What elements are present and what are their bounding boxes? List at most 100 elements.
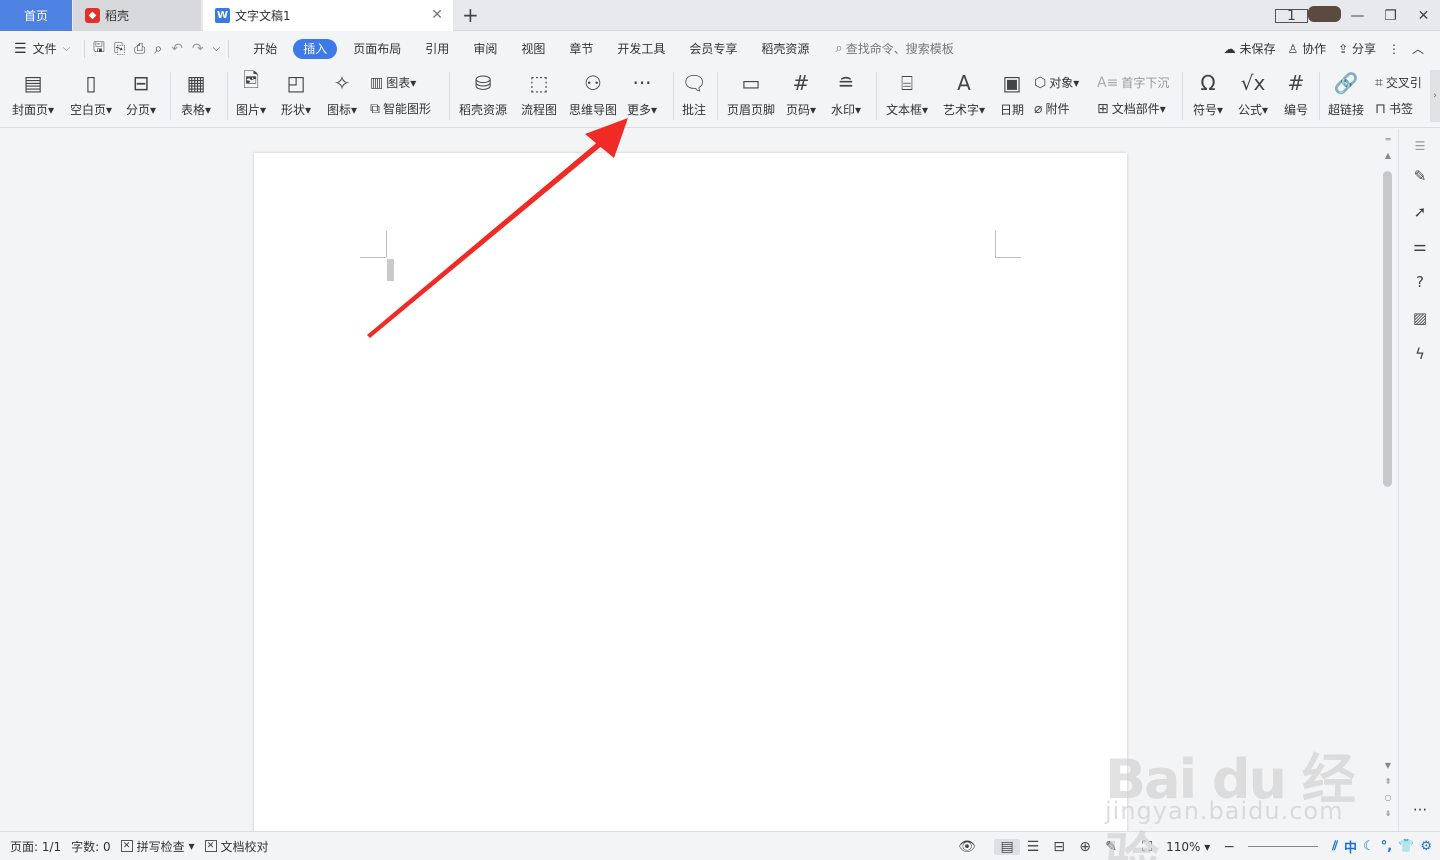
unsaved-label: 未保存 xyxy=(1239,42,1276,56)
outline-view-icon[interactable]: ☰ xyxy=(1020,839,1046,855)
tab-insert[interactable]: 插入 xyxy=(293,38,338,59)
spellcheck-button[interactable]: ✕ 拼写检查 ▾ xyxy=(120,838,195,855)
ime-settings-icon[interactable]: ⚙ xyxy=(1420,839,1432,854)
dropcap-button[interactable]: A≡ 首字下沉 xyxy=(1097,74,1169,91)
help-icon[interactable]: ? xyxy=(1409,273,1431,295)
docpart-button[interactable]: ⊞ 文档部件 ▾ xyxy=(1097,100,1166,117)
tab-view[interactable]: 视图 xyxy=(509,39,557,59)
crossref-button[interactable]: ⌗ 交叉引 xyxy=(1375,74,1422,91)
close-tab-icon[interactable]: ✕ xyxy=(431,7,443,23)
ribbon-scroll-right-icon[interactable]: › xyxy=(1430,70,1440,122)
close-window-icon[interactable]: ✕ xyxy=(1407,8,1440,24)
restore-icon[interactable]: ❐ xyxy=(1374,8,1407,24)
ime-punct-icon[interactable]: °, xyxy=(1381,839,1392,854)
ime-skin-icon[interactable]: 👕 xyxy=(1398,839,1414,854)
comment-button[interactable]: 🗨 批注 xyxy=(681,70,706,118)
new-tab-icon[interactable]: + xyxy=(462,3,479,27)
settings-sliders-icon[interactable]: ⚌ xyxy=(1409,237,1431,259)
customize-qa-icon[interactable]: ⌵ xyxy=(213,43,221,54)
formula-button[interactable]: √x 公式▾ xyxy=(1238,70,1268,118)
tab-start[interactable]: 开始 xyxy=(241,39,289,59)
document-page[interactable] xyxy=(254,153,1127,831)
smartart-button[interactable]: ⧉ 智能图形 xyxy=(370,100,431,117)
eye-protection-icon[interactable]: 👁 xyxy=(954,839,980,855)
header-footer-label: 页眉页脚 xyxy=(727,103,776,117)
tab-developer[interactable]: 开发工具 xyxy=(605,39,677,59)
scroll-up-icon[interactable]: ▲ xyxy=(1380,151,1396,160)
page-indicator[interactable]: 页面: 1/1 xyxy=(10,838,61,855)
tab-document[interactable]: W 文字文稿1 ✕ xyxy=(203,0,453,31)
header-footer-button[interactable]: ▭ 页眉页脚 xyxy=(727,70,775,118)
more-options-icon[interactable]: ⋮ xyxy=(1388,42,1400,56)
pointer-icon[interactable]: ➚ xyxy=(1409,203,1431,225)
collapse-ribbon-icon[interactable]: ︿ xyxy=(1412,40,1424,57)
table-button[interactable]: ▦ 表格▾ xyxy=(181,70,211,118)
web-view-icon[interactable]: ⊕ xyxy=(1072,839,1098,855)
scroll-top-icon[interactable]: ═ xyxy=(1380,135,1396,144)
file-menu[interactable]: ☰ 文件 ⌵ xyxy=(0,40,84,57)
print-preview-icon[interactable]: ⌕ xyxy=(154,41,162,57)
minimize-icon[interactable]: — xyxy=(1341,8,1374,24)
tab-member[interactable]: 会员专享 xyxy=(677,39,749,59)
page-number-button[interactable]: # 页码▾ xyxy=(786,70,816,118)
icon-library-icon: ✧ xyxy=(333,71,351,95)
page-view-icon[interactable]: ▤ xyxy=(994,838,1021,855)
image-tool-icon[interactable]: ▨ xyxy=(1409,309,1431,331)
mindmap-button[interactable]: ⚇ 思维导图 xyxy=(569,70,617,118)
icon-library-button[interactable]: ✧ 图标▾ xyxy=(327,70,357,118)
blank-page-button[interactable]: ▯ 空白页▾ xyxy=(70,70,112,118)
textbox-button[interactable]: ⌸ 文本框▾ xyxy=(886,70,928,118)
print-icon[interactable]: ⎙ xyxy=(134,41,145,57)
numbering-button[interactable]: # 编号 xyxy=(1284,70,1308,118)
daoke-resources-button[interactable]: ⛁ 稻壳资源 xyxy=(459,70,507,118)
tab-home[interactable]: 首页 xyxy=(0,0,72,31)
scroll-down-icon[interactable]: ▼ xyxy=(1380,761,1396,770)
share-button[interactable]: ⇪ 分享 xyxy=(1338,40,1376,57)
scrollbar-thumb[interactable] xyxy=(1383,171,1392,487)
hyperlink-button[interactable]: 🔗 超链接 xyxy=(1328,70,1364,118)
window-layout-icon[interactable]: 1 xyxy=(1275,8,1308,24)
picture-button[interactable]: 🖻 图片▾ xyxy=(236,68,266,118)
tab-references[interactable]: 引用 xyxy=(413,39,461,59)
attachment-button[interactable]: ⌀ 附件 xyxy=(1034,100,1069,117)
save-icon[interactable]: 🖫 xyxy=(93,37,105,61)
command-search[interactable]: ⌕ 查找命令、搜索模板 xyxy=(835,40,953,57)
page-break-button[interactable]: ⊟ 分页▾ xyxy=(126,70,156,118)
tab-page-layout[interactable]: 页面布局 xyxy=(341,39,413,59)
wordart-button[interactable]: A 艺术字▾ xyxy=(943,70,985,118)
date-button[interactable]: ▣ 日期 xyxy=(1000,70,1024,118)
cover-page-button[interactable]: ▤ 封面页▾ xyxy=(12,70,54,118)
bookmark-button[interactable]: ⊓ 书签 xyxy=(1375,100,1413,117)
vertical-scrollbar[interactable]: ═ ▲ ▼ ⇞ ○ ⇟ xyxy=(1380,129,1396,831)
unsaved-button[interactable]: ☁ 未保存 xyxy=(1224,40,1276,57)
pen-icon[interactable]: ✎ xyxy=(1409,167,1431,189)
more-button[interactable]: ··· 更多▾ xyxy=(627,70,657,118)
undo-icon[interactable]: ↶ xyxy=(171,41,183,57)
symbol-button[interactable]: Ω 符号▾ xyxy=(1193,70,1223,118)
tab-daoke[interactable]: ◆ 稻壳 xyxy=(73,0,201,31)
panel-menu-icon[interactable]: ☰ xyxy=(1409,139,1431,161)
export-pdf-icon[interactable]: ⎘ xyxy=(114,41,125,57)
reading-view-icon[interactable]: ⊟ xyxy=(1046,839,1072,855)
chart-button[interactable]: ▥ 图表 ▾ xyxy=(370,74,416,91)
tab-chapter[interactable]: 章节 xyxy=(557,39,605,59)
next-page-icon[interactable]: ⇟ xyxy=(1380,809,1396,818)
collab-button[interactable]: ♙ 协作 xyxy=(1287,40,1326,57)
avatar[interactable] xyxy=(1308,5,1341,26)
lightning-icon[interactable]: ϟ xyxy=(1409,345,1431,367)
shape-button[interactable]: ◰ 形状▾ xyxy=(281,70,311,118)
word-count[interactable]: 字数: 0 xyxy=(71,838,111,855)
ribbon-divider xyxy=(449,72,450,120)
object-button[interactable]: ⬡ 对象 ▾ xyxy=(1034,74,1079,91)
link-icon: 🔗 xyxy=(1333,71,1359,95)
prev-page-icon[interactable]: ⇞ xyxy=(1380,777,1396,786)
more-panel-icon[interactable]: ··· xyxy=(1409,801,1431,823)
select-browse-icon[interactable]: ○ xyxy=(1380,793,1396,802)
tab-review[interactable]: 审阅 xyxy=(461,39,509,59)
proofread-button[interactable]: ✕ 文档校对 xyxy=(204,838,269,855)
watermark-button[interactable]: ≘ 水印▾ xyxy=(831,70,861,118)
tab-daoke-resources[interactable]: 稻壳资源 xyxy=(749,39,821,59)
flowchart-button[interactable]: ⬚ 流程图 xyxy=(521,70,557,118)
redo-icon[interactable]: ↷ xyxy=(192,41,204,57)
collab-label: 协作 xyxy=(1302,42,1327,56)
